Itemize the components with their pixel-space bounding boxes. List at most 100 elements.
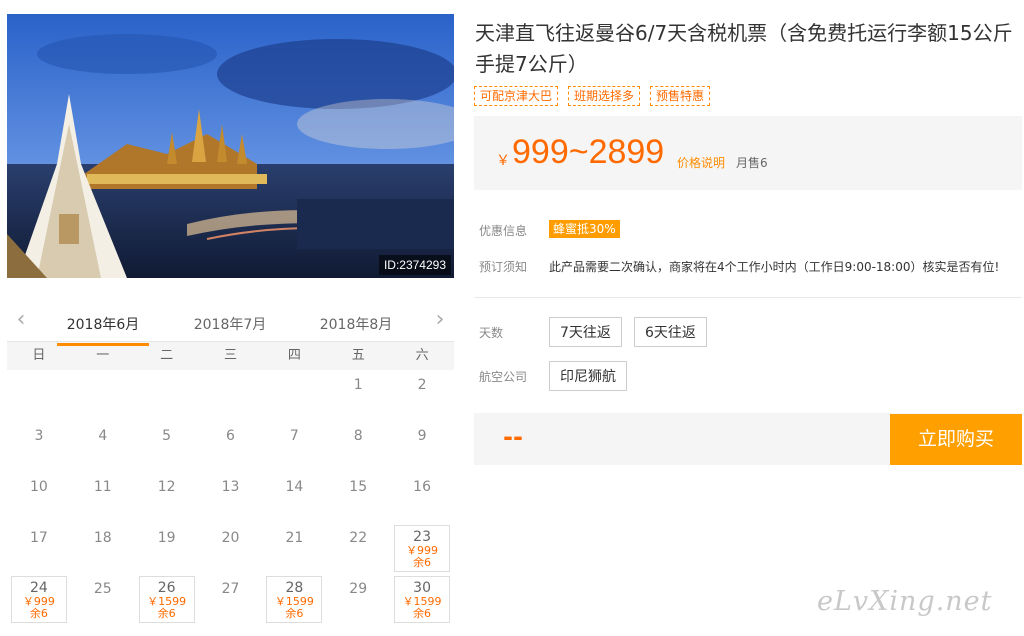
calendar-day — [135, 370, 199, 421]
calendar-day: 2 — [390, 370, 454, 421]
day-number: 7 — [289, 428, 299, 444]
calendar-day: 8 — [326, 421, 390, 472]
calendar-day: 20 — [199, 523, 263, 574]
chevron-right-icon[interactable]: › — [428, 309, 452, 333]
calendar-day — [262, 370, 326, 421]
currency-symbol: ￥ — [496, 153, 510, 169]
day-number: 14 — [285, 479, 304, 495]
day-number: 18 — [93, 530, 112, 546]
calendar-day: 14 — [262, 472, 326, 523]
day-number: 15 — [349, 479, 368, 495]
calendar-day: 3 — [7, 421, 71, 472]
weekday-label: 一 — [96, 348, 110, 363]
calendar-day: 10 — [7, 472, 71, 523]
price-explain-link[interactable]: 价格说明 — [677, 154, 725, 171]
calendar-day: 12 — [135, 472, 199, 523]
day-number: 20 — [221, 530, 240, 546]
buy-now-button[interactable]: 立即购买 — [890, 414, 1022, 465]
tab-month-june[interactable]: 2018年6月 — [57, 314, 149, 346]
calendar-day: 27 — [199, 574, 263, 625]
day-number: 12 — [157, 479, 176, 495]
calendar-day-available[interactable]: 28 ￥1599 余6 — [266, 576, 323, 623]
weekday-label: 五 — [351, 348, 365, 363]
day-number: 5 — [162, 428, 172, 444]
day-number: 24 — [30, 580, 48, 596]
airline-label: 航空公司 — [479, 370, 528, 384]
divider — [474, 297, 1022, 298]
calendar-day: 4 — [71, 421, 135, 472]
day-number: 25 — [93, 581, 112, 597]
day-remaining: 余6 — [285, 607, 304, 620]
weekday-label: 日 — [32, 348, 46, 363]
promo-row: 优惠信息 蜂蜜抵30% — [479, 220, 620, 239]
day-number: 23 — [413, 529, 431, 545]
calendar-day: 18 — [71, 523, 135, 574]
option-6-days[interactable]: 6天往返 — [634, 317, 707, 347]
calendar-day-available[interactable]: 26 ￥1599 余6 — [138, 576, 195, 623]
tag-badge: 预售特惠 — [650, 86, 711, 106]
calendar-day — [7, 370, 71, 421]
date-calendar: ‹ 2018年6月 2018年7月 2018年8月 › 日 一 二 三 四 五 … — [7, 306, 454, 625]
day-remaining: 余6 — [413, 556, 432, 569]
calendar-day: 19 — [135, 523, 199, 574]
day-number: 13 — [221, 479, 240, 495]
price-range: 999~2899 — [512, 133, 665, 171]
day-number: 11 — [93, 479, 112, 495]
day-number: 3 — [34, 428, 44, 444]
option-airline[interactable]: 印尼狮航 — [549, 361, 627, 391]
tab-month-august[interactable]: 2018年8月 — [310, 314, 402, 334]
calendar-day-available[interactable]: 24 ￥999 余6 — [11, 576, 67, 623]
calendar-day: 11 — [71, 472, 135, 523]
calendar-day: 25 — [71, 574, 135, 625]
calendar-day — [71, 370, 135, 421]
day-remaining: 余6 — [157, 607, 176, 620]
day-number: 10 — [30, 479, 48, 495]
calendar-days: 1 2 3 4 5 6 7 8 9 10 11 12 13 14 15 16 17 18 19 20 21 22 23 ￥99… — [7, 370, 454, 625]
monthly-sales: 月售6 — [736, 156, 768, 170]
day-remaining: 余6 — [413, 607, 432, 620]
price-box: ￥ 999~2899 价格说明 月售6 — [474, 116, 1022, 190]
notice-text: 此产品需要二次确认，商家将在4个工作小时内（工作日9:00-18:00）核实是否… — [549, 260, 1000, 274]
product-image: ID:2374293 — [7, 14, 454, 278]
weekday-label: 四 — [287, 348, 301, 363]
promo-label: 优惠信息 — [479, 224, 528, 238]
day-number: 30 — [413, 580, 431, 596]
purchase-bar: -- 立即购买 — [474, 413, 1022, 465]
calendar-day: 29 — [326, 574, 390, 625]
calendar-header: ‹ 2018年6月 2018年7月 2018年8月 › — [7, 306, 454, 346]
day-number: 17 — [30, 530, 48, 546]
calendar-day: 21 — [262, 523, 326, 574]
notice-row: 预订须知 此产品需要二次确认，商家将在4个工作小时内（工作日9:00-18:00… — [479, 258, 999, 275]
calendar-day: 13 — [199, 472, 263, 523]
day-number: 21 — [285, 530, 304, 546]
promo-value-wrap: 蜂蜜抵30% — [549, 220, 620, 238]
weekday-label: 三 — [223, 348, 237, 363]
calendar-day: 22 — [326, 523, 390, 574]
tag-badge: 可配京津大巴 — [474, 86, 559, 106]
weekday-label: 二 — [160, 348, 174, 363]
product-title: 天津直飞往返曼谷6/7天含税机票（含免费托运行李额15公斤手提7公斤） — [475, 21, 1013, 76]
image-id-label: ID:2374293 — [378, 255, 451, 275]
day-number: 28 — [285, 580, 304, 596]
day-number: 16 — [413, 479, 431, 495]
calendar-day: 16 — [390, 472, 454, 523]
day-number: 29 — [349, 581, 368, 597]
weekday-label: 六 — [415, 348, 429, 363]
calendar-day: 17 — [7, 523, 71, 574]
weekday-header: 日 一 二 三 四 五 六 — [7, 342, 454, 370]
calendar-day-available[interactable]: 23 ￥999 余6 — [394, 525, 450, 572]
day-number: 9 — [417, 428, 427, 444]
days-label: 天数 — [479, 326, 504, 340]
option-7-days[interactable]: 7天往返 — [549, 317, 622, 347]
calendar-day-available[interactable]: 30 ￥1599 余6 — [394, 576, 450, 623]
day-number: 2 — [417, 377, 427, 393]
tab-month-july[interactable]: 2018年7月 — [184, 314, 276, 334]
calendar-day: 6 — [199, 421, 263, 472]
calendar-day: 9 — [390, 421, 454, 472]
chevron-left-icon[interactable]: ‹ — [9, 309, 33, 333]
watermark-logo: eLvXing.net — [817, 586, 993, 617]
tag-badge: 班期选择多 — [568, 86, 641, 106]
bangkok-temple-photo — [7, 14, 454, 278]
notice-label: 预订须知 — [479, 260, 528, 274]
product-tags: 可配京津大巴 班期选择多 预售特惠 — [474, 86, 711, 106]
